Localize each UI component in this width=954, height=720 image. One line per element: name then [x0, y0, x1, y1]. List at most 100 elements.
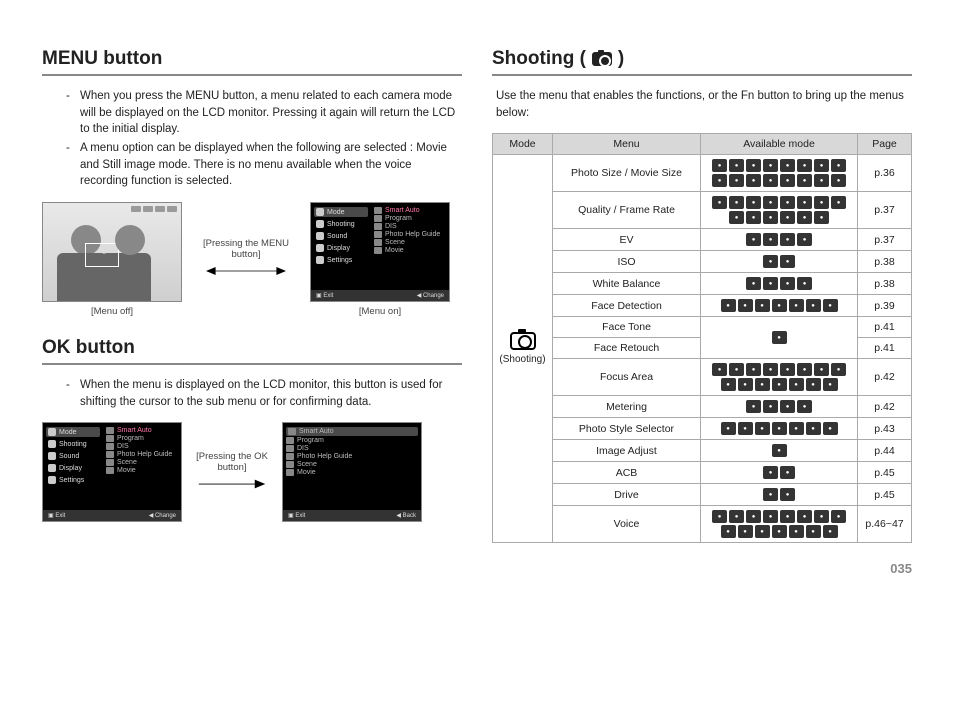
right-column: Shooting ( ) Use the menu that enables t…	[492, 48, 912, 690]
lcd-menu-item: Display	[314, 243, 368, 253]
table-row: ISOp.38	[493, 251, 912, 273]
mode-icon	[763, 466, 778, 479]
mode-icon	[797, 400, 812, 413]
table-row: White Balancep.38	[493, 273, 912, 295]
page-ref-cell: p.44	[858, 440, 912, 462]
mode-icon	[729, 159, 744, 172]
divider	[42, 363, 462, 365]
mode-icon	[823, 299, 838, 312]
available-mode-cell	[701, 484, 858, 506]
table-row: Quality / Frame Ratep.37	[493, 192, 912, 229]
page-ref-cell: p.46~47	[858, 506, 912, 543]
table-row: Image Adjustp.44	[493, 440, 912, 462]
menu-button-paragraphs: -When you press the MENU button, a menu …	[46, 88, 462, 190]
shooting-title-a: Shooting (	[492, 48, 586, 70]
menu-name-cell: Face Retouch	[553, 338, 701, 359]
menu-off-caption: [Menu off]	[42, 306, 182, 317]
lcd-menu-item: Settings	[314, 255, 368, 265]
lcd-list-item: DIS	[374, 223, 446, 230]
mode-icon	[746, 233, 761, 246]
mode-icon	[814, 159, 829, 172]
mode-icon	[763, 174, 778, 187]
mode-icon	[772, 444, 787, 457]
mode-icon	[823, 525, 838, 538]
available-mode-cell	[701, 359, 858, 396]
divider	[42, 74, 462, 76]
mode-icon	[755, 299, 770, 312]
mode-icon	[746, 196, 761, 209]
available-mode-cell	[701, 317, 858, 359]
mode-icon	[746, 363, 761, 376]
mode-icon	[763, 233, 778, 246]
mode-icon	[729, 211, 744, 224]
available-mode-cell	[701, 418, 858, 440]
mode-icon	[763, 277, 778, 290]
lcd-action: ◀ Back	[396, 512, 416, 519]
lcd-menu-on: ModeShootingSoundDisplaySettingsSmart Au…	[310, 202, 450, 317]
mode-icon	[831, 363, 846, 376]
lcd-before-ok: ModeShootingSoundDisplaySettingsSmart Au…	[42, 422, 182, 522]
mode-icon	[814, 363, 829, 376]
page-ref-cell: p.37	[858, 192, 912, 229]
double-arrow-icon	[206, 264, 286, 278]
mode-icon	[780, 255, 795, 268]
mode-icon	[721, 525, 736, 538]
mode-icon	[831, 159, 846, 172]
mode-icon	[763, 255, 778, 268]
table-row: Voicep.46~47	[493, 506, 912, 543]
lcd-list-item: Photo Help Guide	[374, 231, 446, 238]
table-row: Meteringp.42	[493, 396, 912, 418]
menu-name-cell: Focus Area	[553, 359, 701, 396]
available-mode-cell	[701, 155, 858, 192]
menu-name-cell: Photo Style Selector	[553, 418, 701, 440]
mode-icon	[755, 378, 770, 391]
mode-icon	[780, 174, 795, 187]
mode-icon	[763, 488, 778, 501]
mode-icon	[831, 510, 846, 523]
lcd-list-item: DIS	[286, 445, 418, 452]
lcd-menu-item: Shooting	[314, 219, 368, 229]
lcd-menu-item: Shooting	[46, 439, 100, 449]
ok-arrow-block: [Pressing the OK button]	[192, 451, 272, 494]
mode-icon	[721, 422, 736, 435]
mode-icon	[780, 196, 795, 209]
shooting-intro: Use the menu that enables the functions,…	[496, 88, 912, 121]
mode-icon	[814, 174, 829, 187]
lcd-list-item: Photo Help Guide	[286, 453, 418, 460]
mode-icon	[780, 510, 795, 523]
mode-icon	[712, 159, 727, 172]
table-row: EVp.37	[493, 229, 912, 251]
mode-icon	[797, 159, 812, 172]
lcd-after-ok: Smart AutoProgramDISPhoto Help GuideScen…	[282, 422, 422, 522]
mode-icon	[797, 211, 812, 224]
mode-icon	[780, 277, 795, 290]
mode-icon	[763, 510, 778, 523]
table-row: Photo Style Selectorp.43	[493, 418, 912, 440]
mode-icon	[806, 525, 821, 538]
shooting-title-b: )	[618, 48, 624, 70]
mode-icon	[763, 159, 778, 172]
page-ref-cell: p.41	[858, 338, 912, 359]
menu-name-cell: White Balance	[553, 273, 701, 295]
shooting-modes-table: Mode Menu Available mode Page (Shooting)…	[492, 133, 912, 543]
page-ref-cell: p.45	[858, 484, 912, 506]
menu-name-cell: Face Detection	[553, 295, 701, 317]
mode-icon	[772, 525, 787, 538]
lcd-list-item: Program	[286, 437, 418, 444]
lcd-list-item: Movie	[374, 247, 446, 254]
shooting-mode-label: (Shooting)	[499, 354, 545, 365]
menu-name-cell: ACB	[553, 462, 701, 484]
mode-icon	[831, 174, 846, 187]
page-ref-cell: p.36	[858, 155, 912, 192]
mode-icon	[772, 331, 787, 344]
page-ref-cell: p.42	[858, 396, 912, 418]
lcd-list-item: Scene	[286, 461, 418, 468]
th-avail: Available mode	[701, 134, 858, 155]
menu-name-cell: Drive	[553, 484, 701, 506]
mode-icon	[789, 422, 804, 435]
lcd-list-item: Scene	[106, 459, 178, 466]
mode-icon	[712, 196, 727, 209]
ok-text: When the menu is displayed on the LCD mo…	[80, 377, 462, 410]
mode-icon	[763, 400, 778, 413]
menu-text-2: A menu option can be displayed when the …	[80, 140, 462, 190]
